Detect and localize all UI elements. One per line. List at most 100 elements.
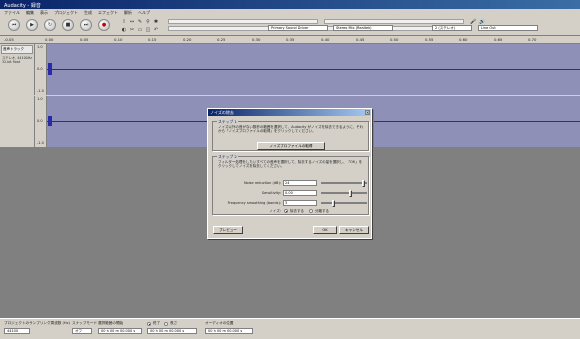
ok-button[interactable]: OK bbox=[313, 226, 337, 234]
snap-select[interactable]: オフ bbox=[72, 328, 92, 334]
timeline-ruler[interactable]: -0.05 0.00 0.05 0.10 0.15 0.20 0.25 0.30… bbox=[0, 36, 580, 44]
ruler-label: 0.20 bbox=[183, 37, 192, 42]
dialog-title-bar: ノイズの除去 × bbox=[208, 109, 371, 116]
loop-icon: ↻ bbox=[47, 21, 53, 28]
audio-track-left[interactable]: 音声トラック ステレオ, 44100Hz 32-bit float 1.0 0.… bbox=[0, 44, 580, 95]
sensitivity-thumb[interactable] bbox=[349, 190, 353, 197]
noise-reduction-input[interactable]: 24 bbox=[283, 180, 317, 186]
scale-label: 1.0 bbox=[37, 45, 43, 49]
ruler-label: 0.15 bbox=[148, 37, 157, 42]
sensitivity-slider[interactable] bbox=[321, 192, 367, 194]
frequency-smoothing-slider[interactable] bbox=[321, 202, 367, 204]
waveform-line bbox=[47, 69, 580, 70]
menu-generate[interactable]: 生成 bbox=[84, 10, 92, 15]
frequency-smoothing-thumb[interactable] bbox=[331, 200, 335, 207]
zoom-tool-icon[interactable]: ⚲ bbox=[144, 18, 152, 26]
scale-label: -1.0 bbox=[37, 89, 44, 93]
ruler-label: 0.55 bbox=[425, 37, 434, 42]
ruler-label: 0.35 bbox=[286, 37, 295, 42]
frequency-smoothing-input[interactable]: 3 bbox=[283, 200, 317, 206]
frequency-smoothing-label: Frequency smoothing (bands): bbox=[227, 201, 281, 205]
undo-icon[interactable]: ↶ bbox=[152, 26, 160, 34]
loop-play-button[interactable]: ↻ bbox=[44, 19, 56, 31]
track-info: 32-bit float bbox=[2, 60, 21, 64]
scale-label: -1.0 bbox=[37, 141, 44, 145]
end-radio[interactable] bbox=[147, 322, 151, 326]
draw-tool-icon[interactable]: ✎ bbox=[136, 18, 144, 26]
sensitivity-input[interactable]: 0.00 bbox=[283, 190, 317, 196]
menu-analyze[interactable]: 解析 bbox=[124, 10, 132, 15]
audio-position-field[interactable]: 00 h 00 m 00.000 s bbox=[205, 328, 253, 334]
track-control-panel: 音声トラック ステレオ, 44100Hz 32-bit float bbox=[0, 44, 35, 95]
noise-mode-label: ノイズ: bbox=[269, 209, 281, 213]
track-name-button[interactable]: 音声トラック bbox=[1, 45, 33, 54]
multi-tool-icon[interactable]: ✱ bbox=[152, 18, 160, 26]
selection-start-field[interactable]: 00 h 00 m 00.000 s bbox=[98, 328, 142, 334]
step1-instructions: ノイズ以外の音がない数秒の範囲を選択して、Audacity がノイズを除去できる… bbox=[218, 125, 364, 133]
cut-icon[interactable]: ✂ bbox=[128, 26, 136, 34]
noise-reduction-slider[interactable] bbox=[321, 182, 367, 184]
ruler-label: 0.50 bbox=[390, 37, 399, 42]
menu-project[interactable]: プロジェクト bbox=[54, 10, 78, 15]
stop-button[interactable]: ■ bbox=[62, 19, 74, 31]
silence-icon[interactable]: ▭ bbox=[136, 26, 144, 34]
ruler-label: 0.10 bbox=[114, 37, 123, 42]
menu-help[interactable]: ヘルプ bbox=[138, 10, 150, 15]
timeshift-tool-icon[interactable]: ↔ bbox=[128, 18, 136, 26]
trim-icon[interactable]: ◫ bbox=[144, 26, 152, 34]
ruler-label: 0.25 bbox=[217, 37, 226, 42]
mixer-playback-slider[interactable] bbox=[324, 19, 464, 24]
play-button[interactable]: ▶ bbox=[26, 19, 38, 31]
skip-end-icon: ⏭ bbox=[83, 21, 89, 28]
record-channels-select[interactable]: 2 (ステレオ) bbox=[432, 25, 472, 31]
step2-group: ステップ 2 フィルター処理をしたいすべての音声を選択して、除去するノイズの量を… bbox=[212, 154, 369, 215]
playback-device-select[interactable]: Primary Sound Driver bbox=[268, 25, 328, 31]
close-icon[interactable]: × bbox=[365, 110, 370, 115]
ruler-label: 0.05 bbox=[80, 37, 89, 42]
skip-to-end-button[interactable]: ⏭ bbox=[80, 19, 92, 31]
remove-noise-label: 除去する bbox=[290, 209, 304, 213]
project-rate-select[interactable]: 44100 bbox=[4, 328, 30, 334]
isolate-noise-radio[interactable] bbox=[309, 209, 313, 213]
noise-removal-dialog: ノイズの除去 × ステップ 1 ノイズ以外の音がない数秒の範囲を選択して、Aud… bbox=[207, 108, 372, 239]
ruler-label: -0.05 bbox=[4, 37, 14, 42]
preview-button[interactable]: プレビュー bbox=[213, 226, 243, 234]
menu-effect[interactable]: エフェクト bbox=[98, 10, 118, 15]
vertical-scale: 1.0 0.0 -1.0 bbox=[35, 44, 47, 95]
ruler-label: 0.65 bbox=[494, 37, 503, 42]
menu-view[interactable]: 表示 bbox=[40, 10, 48, 15]
envelope-tool-icon[interactable]: ◐ bbox=[120, 26, 128, 34]
stop-icon: ■ bbox=[65, 21, 71, 28]
length-radio[interactable] bbox=[164, 322, 168, 326]
record-button[interactable]: ● bbox=[98, 19, 110, 31]
vertical-scale: 1.0 0.0 -1.0 bbox=[35, 96, 47, 147]
get-noise-profile-button[interactable]: ノイズプロファイルの取得 bbox=[257, 142, 325, 150]
waveform-spike bbox=[48, 116, 52, 126]
skip-to-start-button[interactable]: ⏮ bbox=[8, 19, 20, 31]
record-icon: ● bbox=[101, 21, 107, 28]
step1-group: ステップ 1 ノイズ以外の音がない数秒の範囲を選択して、Audacity がノイ… bbox=[212, 119, 369, 151]
remove-noise-radio[interactable] bbox=[284, 209, 288, 213]
track-control-panel bbox=[0, 96, 35, 147]
ruler-label: 0.60 bbox=[459, 37, 468, 42]
scale-label: 1.0 bbox=[37, 97, 43, 101]
ruler-label: 0.45 bbox=[356, 37, 365, 42]
window-title-bar: Audacity - 録音 bbox=[0, 0, 580, 9]
record-device-select[interactable]: Stereo Mix (Realtek) bbox=[333, 25, 393, 31]
end-label: 終了 bbox=[153, 321, 161, 325]
menu-file[interactable]: ファイル bbox=[4, 10, 20, 15]
playback-output-select[interactable]: Line Out bbox=[478, 25, 538, 31]
selection-end-field[interactable]: 00 h 00 m 00.000 s bbox=[147, 328, 197, 334]
ruler-label: 0.70 bbox=[528, 37, 537, 42]
menu-edit[interactable]: 編集 bbox=[26, 10, 34, 15]
cancel-button[interactable]: キャンセル bbox=[339, 226, 369, 234]
selection-bar: プロジェクトのサンプリング周波数 (Hz) 44100 スナップモード オフ 選… bbox=[0, 318, 580, 339]
playback-meter[interactable] bbox=[168, 19, 318, 24]
selection-start-label: 選択範囲の開始 bbox=[98, 321, 124, 325]
ruler-label: 0.00 bbox=[45, 37, 54, 42]
noise-reduction-thumb[interactable] bbox=[362, 180, 366, 187]
waveform-area[interactable] bbox=[47, 44, 580, 95]
skip-start-icon: ⏮ bbox=[11, 21, 17, 28]
selection-tool-icon[interactable]: I bbox=[120, 18, 128, 26]
step2-instructions: フィルター処理をしたいすべての音声を選択して、除去するノイズの量を選択し、「OK… bbox=[218, 160, 363, 168]
